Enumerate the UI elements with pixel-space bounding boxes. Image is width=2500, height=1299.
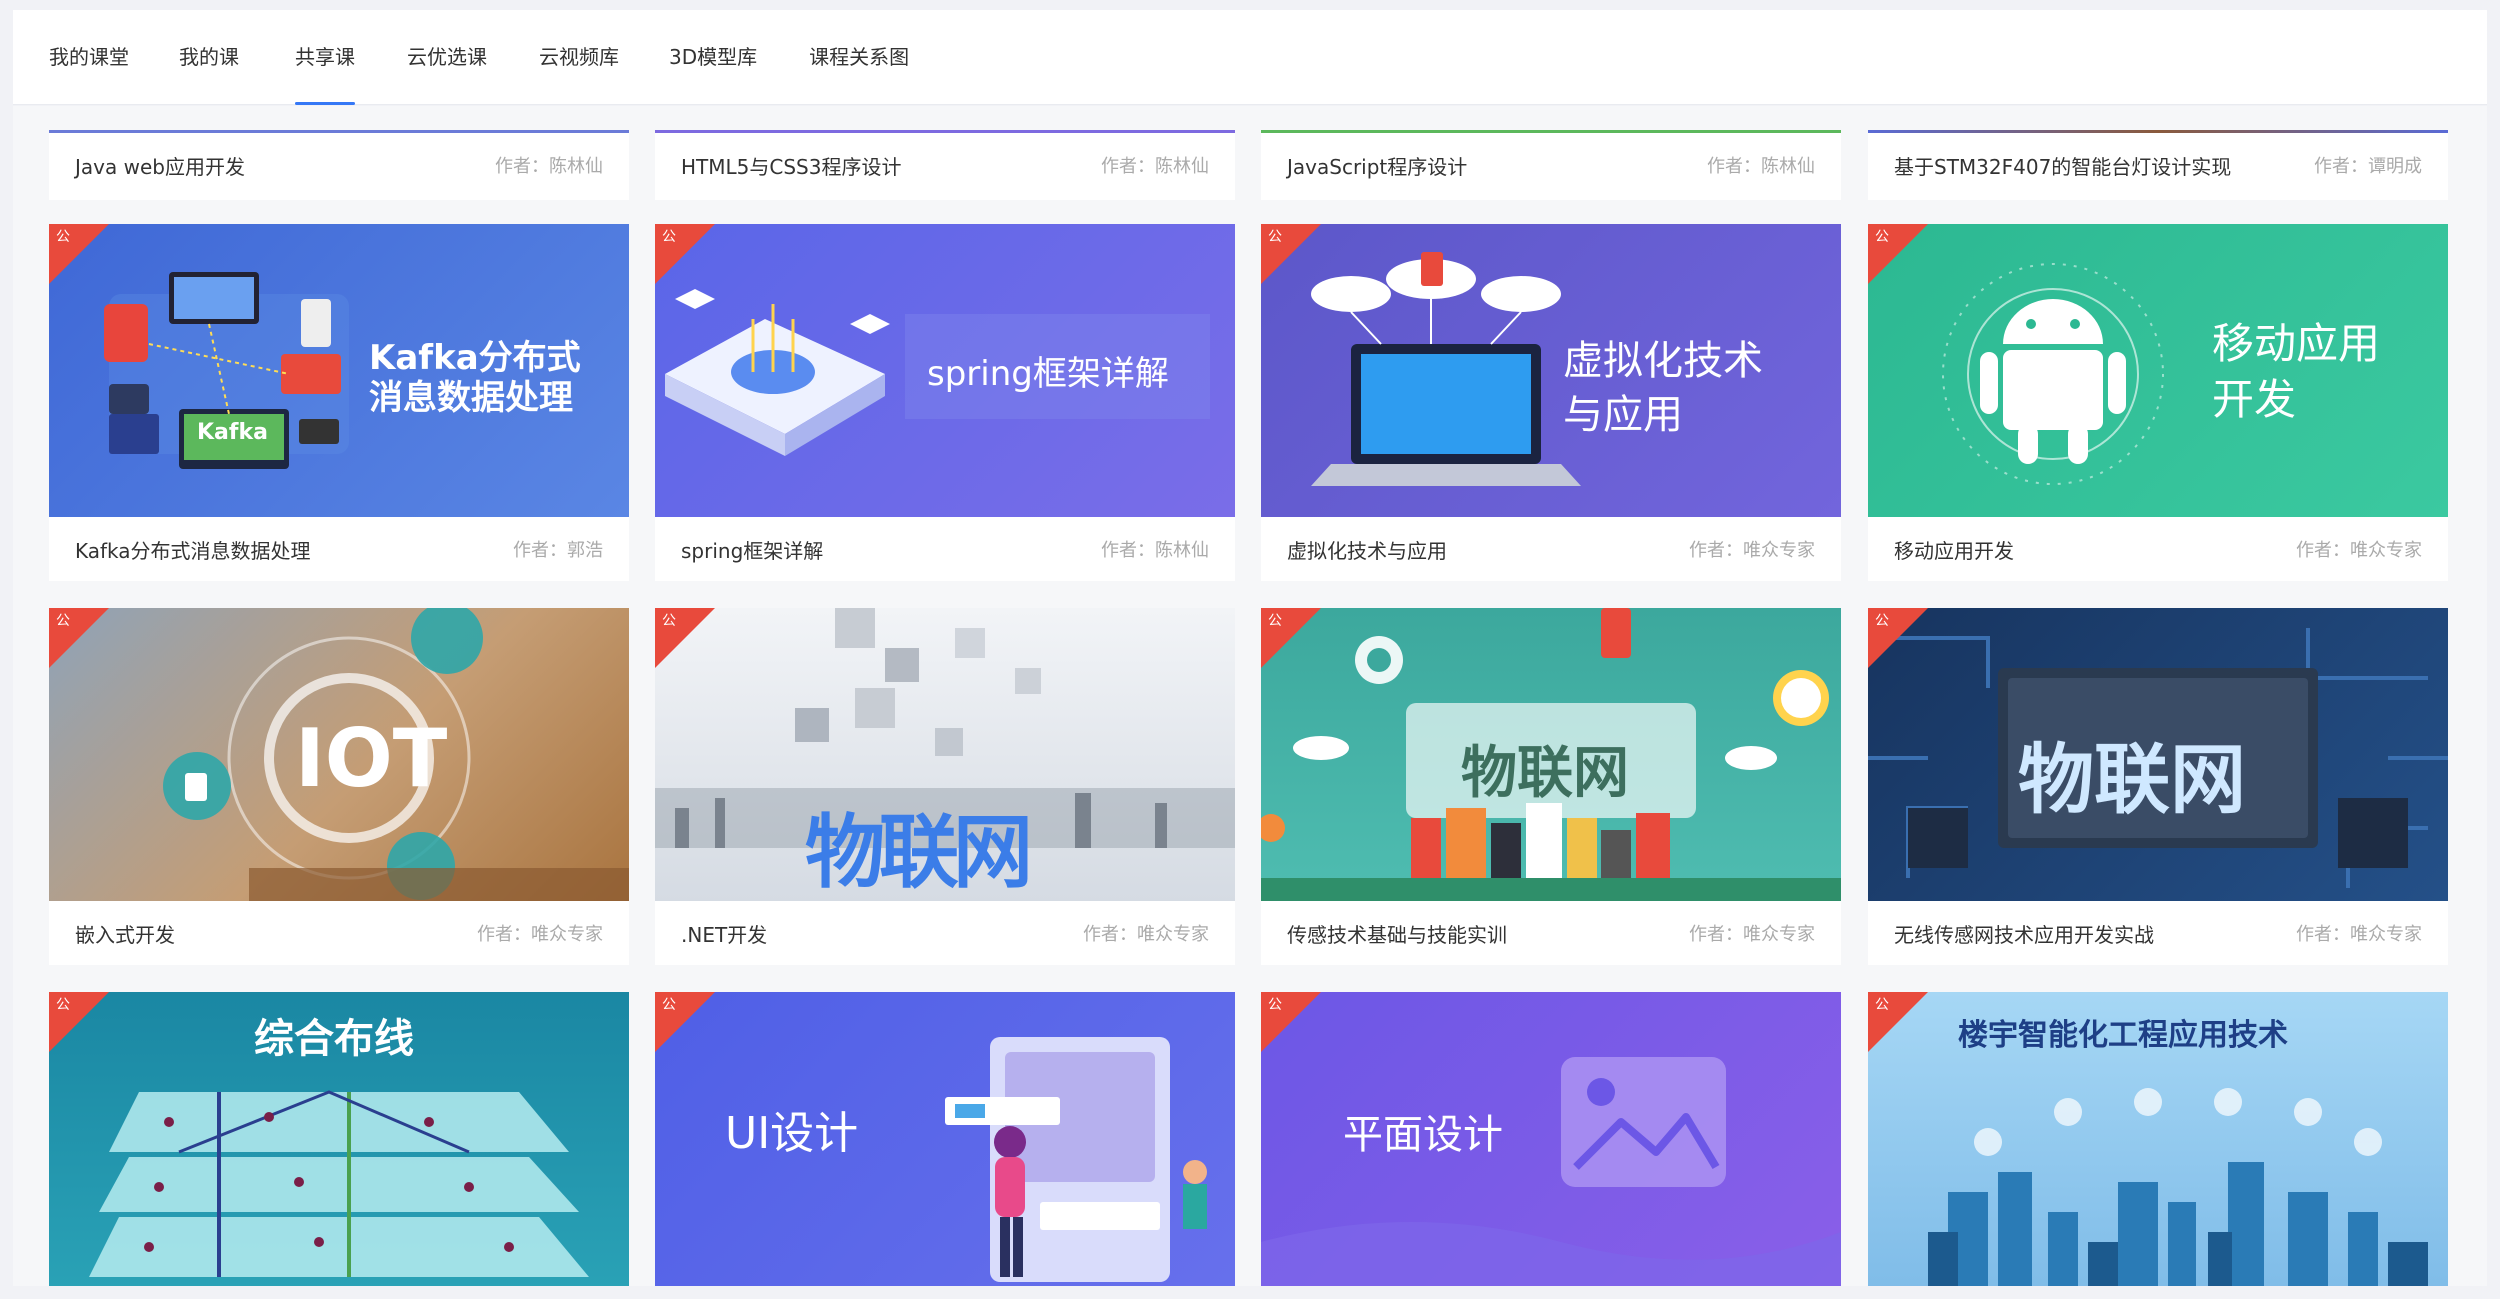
top-nav: 我的课堂 我的课 共享课 云优选课 云视频库 3D模型库 课程关系图 <box>13 10 2487 105</box>
course-thumbnail: 楼宇智能化工程应用技术 <box>1868 992 2448 1286</box>
course-title: Kafka分布式消息数据处理 <box>75 538 311 563</box>
course-title: HTML5与CSS3程序设计 <box>681 154 902 179</box>
course-author: 作者：郭浩 <box>513 540 603 561</box>
public-badge: 公 <box>49 608 109 668</box>
course-author: 作者：唯众专家 <box>2296 924 2422 945</box>
tab-my-courses[interactable]: 我的课 <box>179 10 239 105</box>
course-card[interactable]: 基于STM32F407的智能台灯设计实现 作者：谭明成 <box>1868 130 2448 200</box>
thumbnail-caption: 物联网 <box>2018 735 2246 824</box>
app-frame: 我的课堂 我的课 共享课 云优选课 云视频库 3D模型库 课程关系图 Java … <box>0 0 2500 1299</box>
course-author: 作者：陈林仙 <box>1707 156 1815 177</box>
thumbnail-caption: 综合布线 <box>254 1016 414 1062</box>
public-badge: 公 <box>655 608 715 668</box>
course-author: 作者：陈林仙 <box>1101 156 1209 177</box>
course-card[interactable]: JavaScript程序设计 作者：陈林仙 <box>1261 130 1841 200</box>
thumbnail-caption: IOT <box>295 712 448 805</box>
public-badge: 公 <box>1261 224 1321 284</box>
course-card[interactable]: 平面设计 公 <box>1261 992 1841 1286</box>
thumbnail-caption: 楼宇智能化工程应用技术 <box>1958 1018 2288 1053</box>
course-title: 移动应用开发 <box>1894 538 2014 563</box>
course-title: 基于STM32F407的智能台灯设计实现 <box>1894 154 2232 179</box>
public-badge: 公 <box>1868 608 1928 668</box>
course-card[interactable]: IOT 公 嵌入式开发 作者：唯众专家 <box>49 608 629 965</box>
thumbnail-caption: 消息数据处理 <box>369 378 573 418</box>
course-card[interactable]: 物联网 公 .NET开发 作者：唯众专家 <box>655 608 1235 965</box>
course-author: 作者：唯众专家 <box>1689 540 1815 561</box>
course-thumbnail: 综合布线 <box>49 992 629 1286</box>
thumbnail-caption: 平面设计 <box>1343 1112 1503 1158</box>
course-thumbnail: UI设计 <box>655 992 1235 1286</box>
course-title: 无线传感网技术应用开发实战 <box>1894 922 2154 947</box>
public-badge: 公 <box>655 992 715 1052</box>
public-badge: 公 <box>1868 992 1928 1052</box>
public-badge: 公 <box>49 224 109 284</box>
course-thumbnail: 物联网 <box>655 608 1235 901</box>
course-grid: Java web应用开发 作者：陈林仙 HTML5与CSS3程序设计 作者：陈林… <box>13 106 2487 1286</box>
course-card[interactable]: 综合布线 公 <box>49 992 629 1286</box>
course-thumbnail: 平面设计 <box>1261 992 1841 1286</box>
course-card[interactable]: 楼宇智能化工程应用技术 公 <box>1868 992 2448 1286</box>
thumbnail-caption: UI设计 <box>725 1108 859 1159</box>
course-thumbnail: 虚拟化技术 与应用 <box>1261 224 1841 517</box>
public-badge: 公 <box>655 224 715 284</box>
course-author: 作者：谭明成 <box>2314 156 2422 177</box>
course-thumbnail: 物联网 <box>1261 608 1841 901</box>
course-author: 作者：陈林仙 <box>1101 540 1209 561</box>
course-author: 作者：陈林仙 <box>495 156 603 177</box>
public-badge: 公 <box>1261 992 1321 1052</box>
course-card[interactable]: 物联网 公 无线传感网技术应用开发实战 作者：唯众专家 <box>1868 608 2448 965</box>
course-title: Java web应用开发 <box>75 154 245 179</box>
course-thumbnail: 物联网 <box>1868 608 2448 901</box>
tab-3d-models[interactable]: 3D模型库 <box>669 10 757 105</box>
course-card[interactable]: UI设计 公 <box>655 992 1235 1286</box>
thumbnail-caption: 开发 <box>2212 375 2297 424</box>
course-card[interactable]: Kafka分布式 消息数据处理 Kafka 公 Kafka分布式消息数据处理 作… <box>49 224 629 581</box>
tab-my-classroom[interactable]: 我的课堂 <box>49 10 129 105</box>
public-badge: 公 <box>1868 224 1928 284</box>
public-badge: 公 <box>1261 608 1321 668</box>
course-title: .NET开发 <box>681 922 768 947</box>
course-title: 传感技术基础与技能实训 <box>1287 922 1507 947</box>
thumbnail-logo: Kafka <box>197 420 268 445</box>
thumbnail-caption: 与应用 <box>1563 392 1683 438</box>
tab-course-graph[interactable]: 课程关系图 <box>809 10 909 105</box>
course-author: 作者：唯众专家 <box>1083 924 1209 945</box>
course-title: JavaScript程序设计 <box>1287 154 1468 179</box>
course-thumbnail: Kafka分布式 消息数据处理 Kafka <box>49 224 629 517</box>
course-card[interactable]: 虚拟化技术 与应用 公 虚拟化技术与应用 作者：唯众专家 <box>1261 224 1841 581</box>
thumbnail-caption: 移动应用 <box>2212 319 2381 368</box>
course-title: spring框架详解 <box>681 538 824 563</box>
course-thumbnail: IOT <box>49 608 629 901</box>
course-thumbnail: spring框架详解 <box>655 224 1235 517</box>
tab-shared-courses[interactable]: 共享课 <box>295 10 355 105</box>
course-author: 作者：唯众专家 <box>477 924 603 945</box>
course-card[interactable]: Java web应用开发 作者：陈林仙 <box>49 130 629 200</box>
tab-cloud-video[interactable]: 云视频库 <box>539 10 619 105</box>
thumbnail-caption: 物联网 <box>805 806 1033 899</box>
thumbnail-caption: 虚拟化技术 <box>1563 338 1763 384</box>
course-card[interactable]: 物联网 公 传感技术基础与技能实训 作者：唯众专家 <box>1261 608 1841 965</box>
course-title: 虚拟化技术与应用 <box>1287 538 1447 563</box>
course-card[interactable]: HTML5与CSS3程序设计 作者：陈林仙 <box>655 130 1235 200</box>
course-author: 作者：唯众专家 <box>1689 924 1815 945</box>
course-card[interactable]: 移动应用 开发 公 移动应用开发 作者：唯众专家 <box>1868 224 2448 581</box>
course-card[interactable]: spring框架详解 公 spring框架详解 作者：陈林仙 <box>655 224 1235 581</box>
thumbnail-caption: spring框架详解 <box>927 354 1169 394</box>
course-title: 嵌入式开发 <box>75 922 175 947</box>
tab-cloud-selected[interactable]: 云优选课 <box>407 10 487 105</box>
course-thumbnail: 移动应用 开发 <box>1868 224 2448 517</box>
public-badge: 公 <box>49 992 109 1052</box>
tab-list: 我的课堂 我的课 共享课 云优选课 云视频库 3D模型库 课程关系图 <box>13 10 931 105</box>
thumbnail-caption: 物联网 <box>1461 741 1629 806</box>
course-author: 作者：唯众专家 <box>2296 540 2422 561</box>
